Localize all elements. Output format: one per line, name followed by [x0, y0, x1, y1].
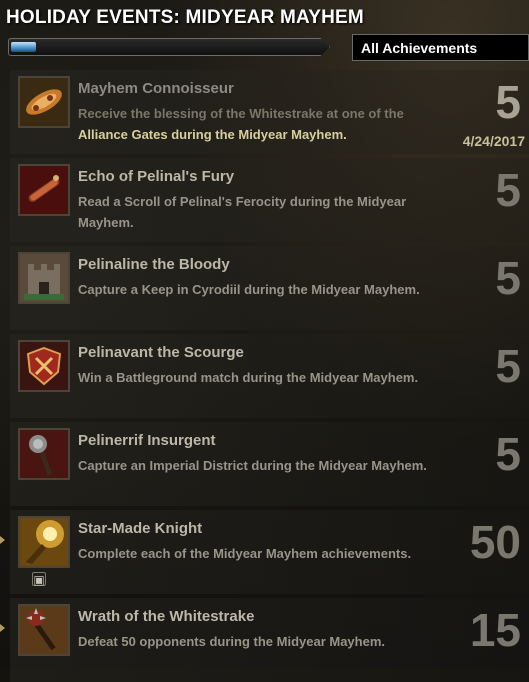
description-highlight-text: Alliance Gates during the Midyear Mayhem… [78, 127, 347, 142]
achievement-points: 5 [495, 76, 521, 128]
category-progress-bar [8, 38, 330, 56]
achievement-row-pelinaline-the-bloody[interactable]: Pelinaline the Bloody Capture a Keep in … [0, 246, 529, 330]
achievement-title: Echo of Pelinal's Fury [78, 168, 235, 185]
scroll-icon [18, 164, 70, 216]
completion-date: 4/24/2017 [462, 133, 525, 149]
description-text: Receive the blessing of the Whitestrake … [78, 106, 404, 121]
achievement-description: Read a Scroll of Pelinal's Ferocity duri… [78, 194, 407, 230]
keep-icon [18, 252, 70, 304]
achievement-row-mayhem-connoisseur[interactable]: Mayhem Connoisseur Receive the blessing … [0, 70, 529, 154]
achievement-title: Wrath of the Whitestrake [78, 608, 255, 625]
progress-bar-fill [11, 42, 36, 52]
achievement-row-echo-of-pelinals-fury[interactable]: Echo of Pelinal's Fury Read a Scroll of … [0, 158, 529, 242]
row-marker-icon [0, 624, 5, 632]
achievement-title: Pelinerrif Insurgent [78, 432, 216, 449]
achievement-points: 5 [495, 252, 521, 304]
candied-meat-icon [18, 76, 70, 128]
achievement-points: 5 [495, 340, 521, 392]
mace-icon [18, 428, 70, 480]
battleground-shield-icon [18, 340, 70, 392]
achievement-points: 50 [469, 516, 521, 568]
achievement-title: Mayhem Connoisseur [78, 80, 234, 97]
achievement-row-star-made-knight[interactable]: ▣ Star-Made Knight Complete each of the … [0, 510, 529, 594]
achievement-row-wrath-of-the-whitestrake[interactable]: Wrath of the Whitestrake Defeat 50 oppon… [0, 598, 529, 682]
achievement-title: Pelinavant the Scourge [78, 344, 244, 361]
achievement-filter-dropdown[interactable]: All Achievements [352, 34, 529, 61]
row-marker-icon [0, 536, 5, 544]
achievement-description: Capture a Keep in Cyrodiil during the Mi… [78, 282, 420, 297]
achievement-row-pelinavant-the-scourge[interactable]: Pelinavant the Scourge Win a Battlegroun… [0, 334, 529, 418]
achievement-points: 5 [495, 428, 521, 480]
page-title: HOLIDAY EVENTS: MIDYEAR MAYHEM [6, 7, 364, 28]
achievement-description: Defeat 50 opponents during the Midyear M… [78, 634, 385, 649]
achievement-title: Star-Made Knight [78, 520, 203, 537]
achievement-description: Win a Battleground match during the Midy… [78, 370, 419, 385]
achievement-points: 5 [495, 164, 521, 216]
achievement-description: Complete each of the Midyear Mayhem achi… [78, 546, 412, 561]
achievement-title: Pelinaline the Bloody [78, 256, 230, 273]
treasure-chest-icon[interactable]: ▣ [32, 572, 46, 587]
spiked-mace-icon [18, 604, 70, 656]
achievement-description: Receive the blessing of the Whitestrake … [78, 103, 438, 145]
achievement-description: Capture an Imperial District during the … [78, 458, 427, 473]
achievement-points: 15 [469, 604, 521, 656]
achievement-row-pelinerrif-insurgent[interactable]: Pelinerrif Insurgent Capture an Imperial… [0, 422, 529, 506]
radiant-knight-icon [18, 516, 70, 568]
